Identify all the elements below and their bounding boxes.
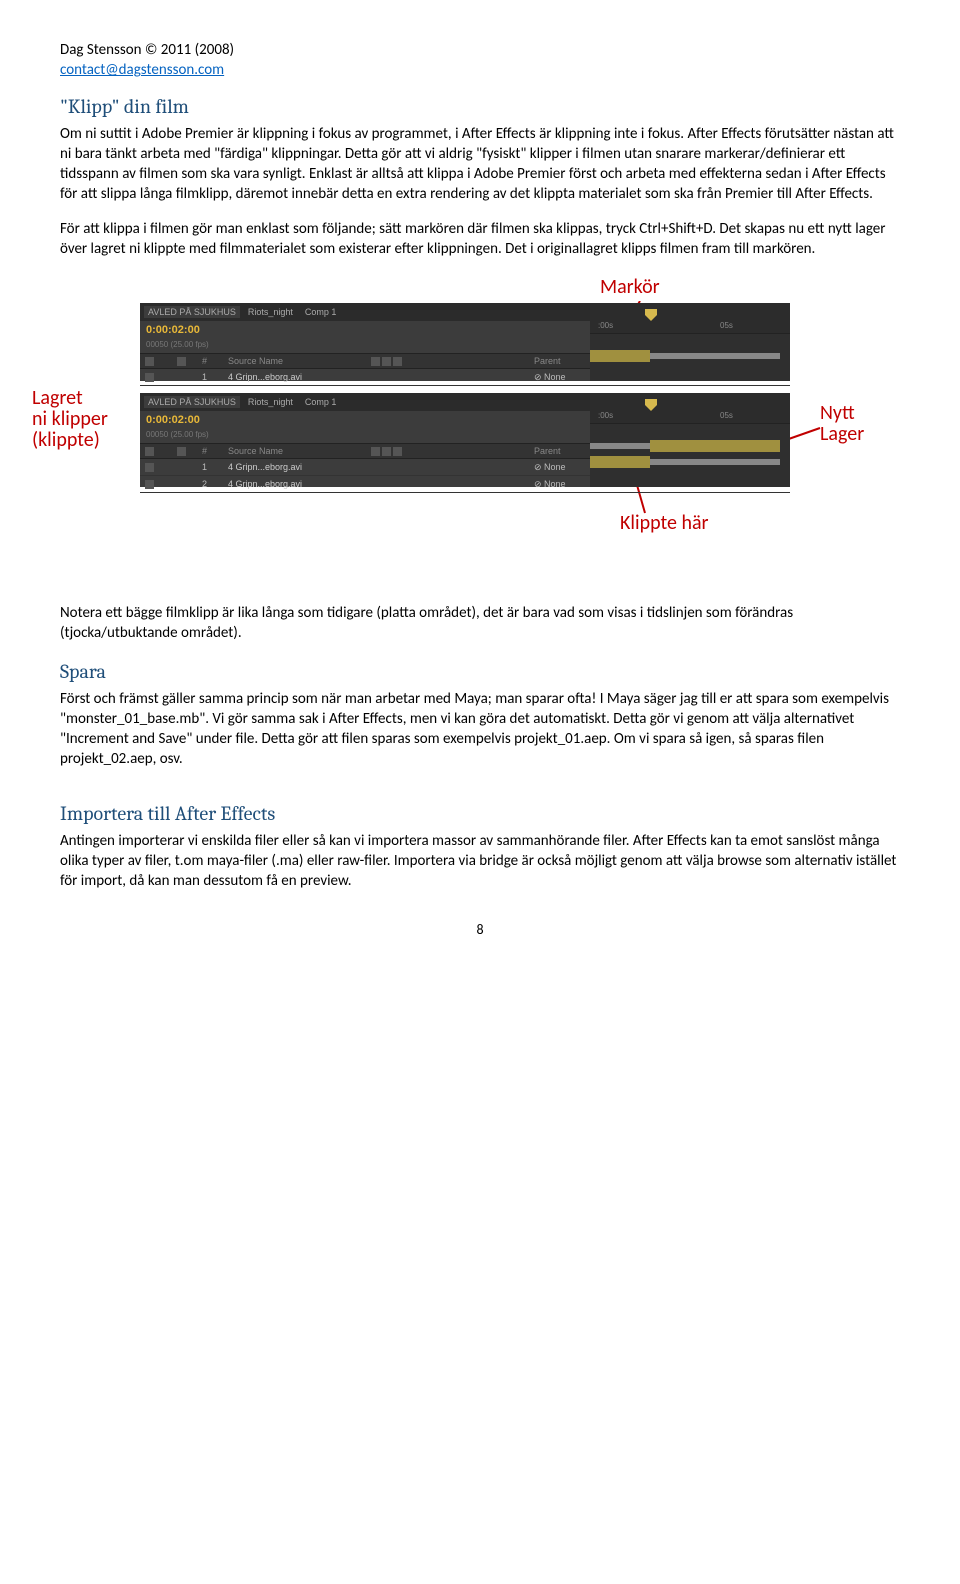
para-importera: Antingen importerar vi enskilda filer el… [60,831,900,892]
para-spara: Först och främst gäller samma princip so… [60,689,900,770]
para-klipp-2: För att klippa i filmen gör man enklast … [60,219,900,260]
row-parent[interactable]: None [544,462,566,472]
tick-label: :00s [598,321,613,332]
header-copyright: Dag Stensson © 2011 (2008) [60,40,900,60]
row-source-name: 4 Gripn...eborg.avi [228,478,368,490]
timeline-tab[interactable]: AVLED PÅ SJUKHUS [144,306,240,318]
col-num: # [202,445,226,457]
fx-icon[interactable] [393,357,402,366]
header-email-link[interactable]: contact@dagstensson.com [60,61,224,79]
switches-icon[interactable] [382,357,391,366]
fx-icon[interactable] [393,447,402,456]
heading-importera: Importera till After Effects [60,800,900,827]
row-parent[interactable]: None [544,479,566,489]
col-source: Source Name [228,355,368,367]
figure-timeline: Markör Lagret ni klipper (klippte) Nytt … [60,283,920,563]
current-time-indicator-icon[interactable] [645,397,657,411]
col-source: Source Name [228,445,368,457]
eye-icon[interactable] [145,447,154,456]
row-index: 1 [202,371,226,383]
row-source-name: 4 Gripn...eborg.avi [228,371,368,383]
row-source-name: 4 Gripn...eborg.avi [228,461,368,473]
layer-bar-tail[interactable] [650,353,780,359]
para-klipp-1: Om ni suttit i Adobe Premier är klippnin… [60,124,900,205]
layer-bar[interactable] [650,440,780,452]
current-time-indicator-icon[interactable] [645,307,657,321]
eye-icon[interactable] [145,480,154,489]
timeline-tab[interactable]: Riots_night [244,396,297,408]
switches-icon[interactable] [382,447,391,456]
annotation-markor: Markör [600,277,660,298]
timeline-tab[interactable]: AVLED PÅ SJUKHUS [144,396,240,408]
tick-label: 05s [720,411,733,422]
annotation-nytt: Nytt Lager [820,403,864,445]
row-parent[interactable]: None [544,372,566,382]
col-num: # [202,355,226,367]
timeline-panel-bottom: AVLED PÅ SJUKHUS Riots_night Comp 1 0:00… [140,393,790,487]
row-index: 2 [202,478,226,490]
annotation-lagret: Lagret ni klipper (klippte) [32,388,108,451]
switches-icon[interactable] [371,357,380,366]
timeline-tab[interactable]: Riots_night [244,306,297,318]
heading-klipp: "Klipp" din film [60,93,900,120]
timeline-ruler[interactable]: :00s 05s [590,303,790,381]
tick-label: 05s [720,321,733,332]
eye-icon[interactable] [145,357,154,366]
page-number: 8 [60,921,900,940]
layer-bar[interactable] [590,456,650,468]
switches-icon[interactable] [371,447,380,456]
layer-bar-lead[interactable] [590,443,650,449]
timeline-tab[interactable]: Comp 1 [301,306,341,318]
timeline-tab[interactable]: Comp 1 [301,396,341,408]
lock-icon[interactable] [177,357,186,366]
layer-bar-tail[interactable] [650,459,780,465]
timeline-ruler[interactable]: :00s 05s [590,393,790,487]
eye-icon[interactable] [145,463,154,472]
tick-label: :00s [598,411,613,422]
para-note-after-figure: Notera ett bägge filmklipp är lika långa… [60,603,900,644]
row-index: 1 [202,461,226,473]
heading-spara: Spara [60,658,900,685]
timeline-panel-top: AVLED PÅ SJUKHUS Riots_night Comp 1 0:00… [140,303,790,381]
eye-icon[interactable] [145,373,154,382]
lock-icon[interactable] [177,447,186,456]
layer-bar[interactable] [590,350,650,362]
